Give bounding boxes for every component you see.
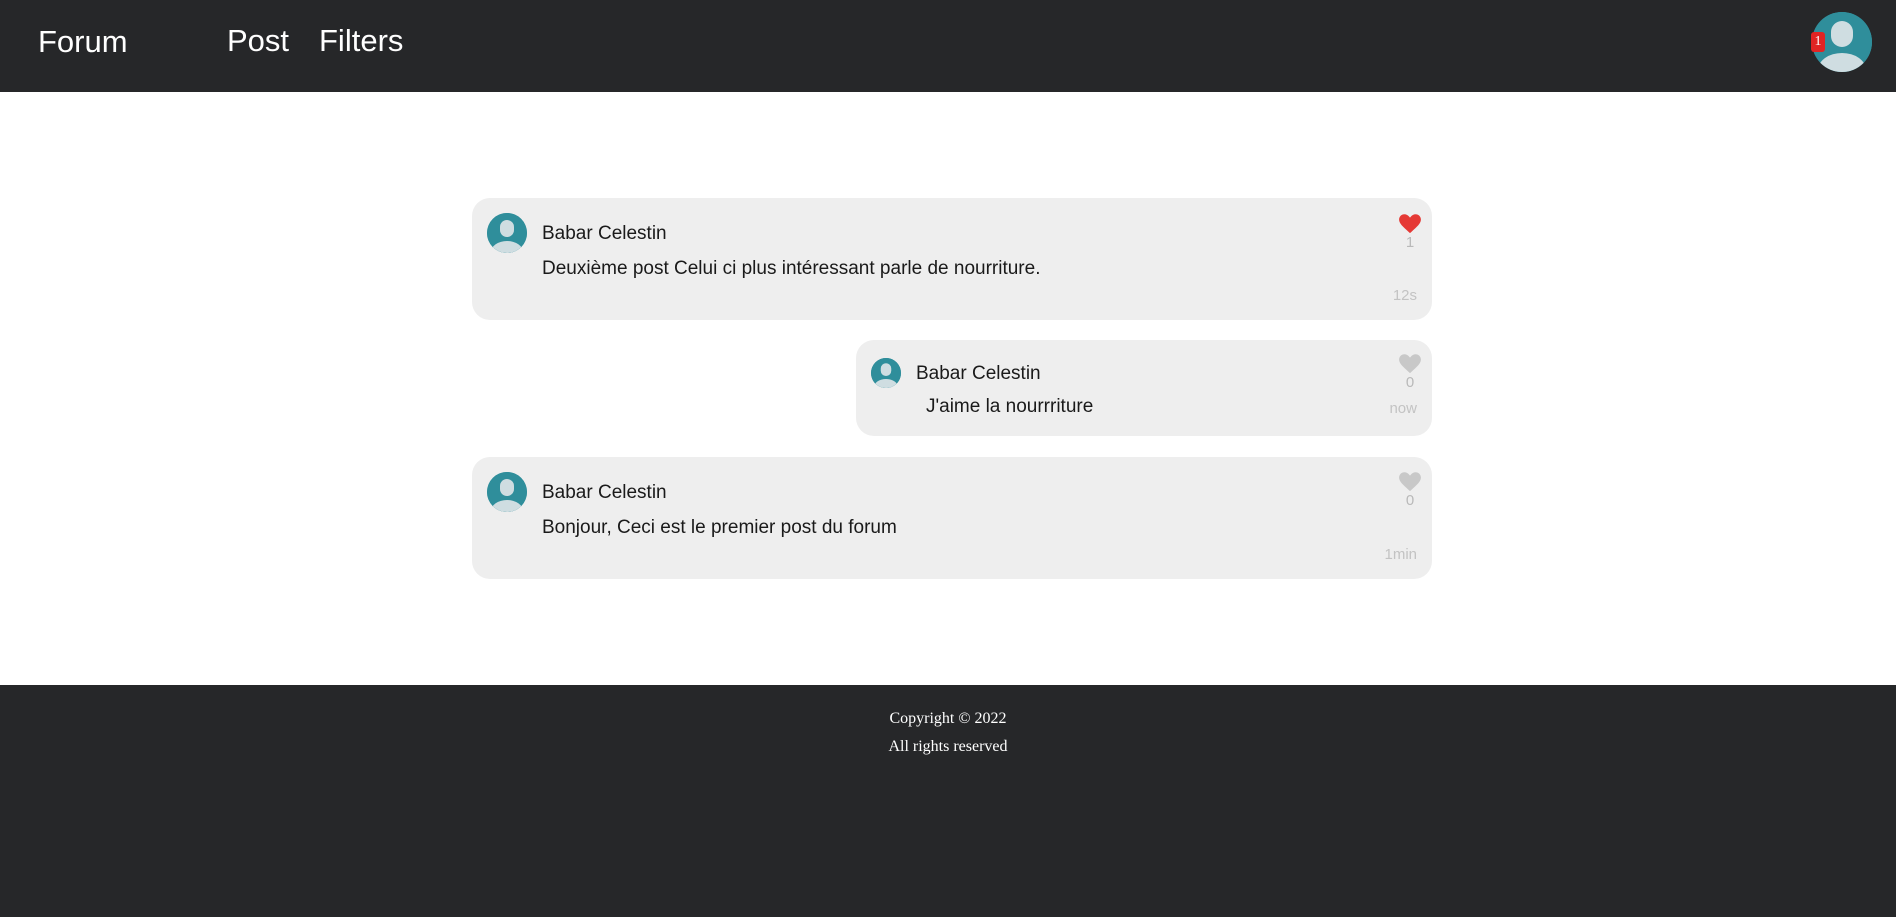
page-footer: Copyright © 2022 All rights reserved bbox=[0, 685, 1896, 917]
post-timestamp: 12s bbox=[1392, 287, 1417, 304]
author-avatar-icon bbox=[487, 213, 527, 253]
author-avatar bbox=[487, 213, 527, 253]
post-author: Babar Celestin bbox=[542, 482, 667, 503]
post-author: Babar Celestin bbox=[542, 223, 667, 244]
heart-icon[interactable] bbox=[1399, 214, 1421, 234]
post-timestamp: now bbox=[1389, 400, 1417, 417]
like-count: 0 bbox=[1405, 374, 1415, 391]
footer-copyright: Copyright © 2022 bbox=[889, 710, 1007, 727]
post-content: J'aime la nourrriture bbox=[926, 396, 1094, 417]
notification-badge[interactable]: 1 bbox=[1811, 32, 1825, 52]
post-content: Bonjour, Ceci est le premier post du for… bbox=[542, 517, 897, 538]
like-count: 1 bbox=[1405, 234, 1415, 251]
post-card: Babar Celestin J'aime la nourrriture 0 n… bbox=[856, 340, 1432, 436]
heart-icon[interactable] bbox=[1399, 472, 1421, 492]
post-author: Babar Celestin bbox=[916, 363, 1041, 384]
post-content: Deuxième post Celui ci plus intéressant … bbox=[542, 258, 1041, 279]
post-timestamp: 1min bbox=[1384, 546, 1417, 563]
author-avatar bbox=[871, 358, 901, 388]
author-avatar-icon bbox=[487, 472, 527, 512]
like-count: 0 bbox=[1405, 492, 1415, 509]
footer-rights: All rights reserved bbox=[888, 738, 1008, 755]
top-navbar: Forum Post Filters 1 bbox=[0, 0, 1896, 92]
nav-link-filters[interactable]: Filters bbox=[319, 23, 403, 59]
author-avatar bbox=[487, 472, 527, 512]
brand-logo-link[interactable]: Forum bbox=[38, 24, 128, 60]
nav-link-post[interactable]: Post bbox=[227, 23, 289, 59]
post-card: Babar Celestin Bonjour, Ceci est le prem… bbox=[472, 457, 1432, 579]
author-avatar-icon bbox=[871, 358, 901, 388]
heart-icon[interactable] bbox=[1399, 354, 1421, 374]
post-card: Babar Celestin Deuxième post Celui ci pl… bbox=[472, 198, 1432, 320]
